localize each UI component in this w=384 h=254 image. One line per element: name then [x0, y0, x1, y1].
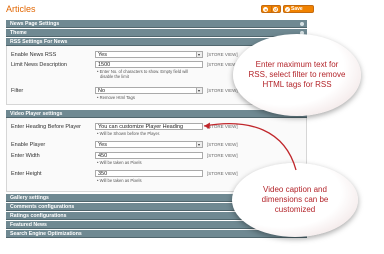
reset-button[interactable]: ↺ [271, 5, 281, 13]
save-config-button[interactable]: ✓ Save Config [283, 5, 314, 19]
video-enable-label: Enable Player [11, 142, 46, 148]
scope-label: [STORE VIEW] [207, 88, 238, 93]
reset-icon: ↺ [273, 7, 278, 12]
hint-line: disable the limit [100, 74, 129, 79]
section-title: RSS Settings For News [10, 39, 68, 45]
video-height-value: 350 [98, 171, 108, 177]
rss-limit-value: 1500 [98, 62, 111, 68]
video-width-hint: • Will be taken as Pixels [97, 160, 142, 165]
scope-label: [STORE VIEW] [207, 142, 238, 147]
section-title: Gallery settings [10, 195, 49, 201]
rss-enable-value: Yes [98, 52, 107, 58]
rss-limit-hint: • Enter No. of characters to show. Empty… [97, 69, 188, 79]
rss-limit-input[interactable]: 1500 [95, 61, 203, 68]
scope-label: [STORE VIEW] [207, 153, 238, 158]
chevron-down-icon [196, 142, 202, 147]
video-enable-select[interactable]: Yes [95, 141, 203, 148]
video-heading-hint: • Will be Shown before the Player. [97, 131, 161, 136]
page-header: Articles ◂ ↺ ✓ Save Config [6, 4, 378, 19]
page-title: Articles [6, 4, 36, 14]
video-enable-value: Yes [98, 142, 107, 148]
chevron-down-icon [196, 52, 202, 57]
video-width-input[interactable]: 450 [95, 152, 203, 159]
section-title: News Page Settings [10, 21, 60, 27]
section-title: Featured News [10, 222, 47, 228]
scope-label: [STORE VIEW] [207, 171, 238, 176]
video-width-value: 450 [98, 153, 108, 159]
section-title: Theme [10, 30, 27, 36]
section-video-player-settings[interactable]: Video Player settings [6, 110, 307, 118]
expand-icon [300, 22, 304, 26]
back-icon: ◂ [263, 7, 268, 12]
section-news-page-settings[interactable]: News Page Settings [6, 20, 307, 28]
rss-filter-select[interactable]: No [95, 87, 203, 94]
section-theme[interactable]: Theme [6, 29, 307, 37]
section-title: Video Player settings [10, 111, 63, 117]
rss-enable-label: Enable News RSS [11, 52, 57, 58]
video-heading-label: Enter Heading Before Player [11, 124, 82, 130]
section-title: Search Engine Optimizations [10, 231, 82, 237]
video-height-input[interactable]: 350 [95, 170, 203, 177]
video-height-label: Enter Height [11, 171, 42, 177]
scope-label: [STORE VIEW] [207, 52, 238, 57]
scope-label: [STORE VIEW] [207, 62, 238, 67]
video-callout-text: Video caption and dimensions can be cust… [261, 185, 329, 214]
rss-filter-hint: • Remove Html Tags [97, 95, 135, 100]
rss-enable-select[interactable]: Yes [95, 51, 203, 58]
video-height-hint: • Will be taken as Pixels [97, 178, 142, 183]
section-title: Comments configurations [10, 204, 75, 210]
chevron-down-icon [196, 88, 202, 93]
save-icon: ✓ [285, 7, 290, 12]
rss-callout-text: Enter maximum text for RSS, select filte… [248, 60, 346, 89]
section-title: Ratings configurations [10, 213, 67, 219]
save-config-label: Save Config [291, 6, 307, 19]
rss-limit-label: Limit News Description [11, 62, 67, 68]
video-callout-bubble: Video caption and dimensions can be cust… [232, 163, 358, 237]
rss-callout-bubble: Enter maximum text for RSS, select filte… [233, 34, 361, 116]
rss-filter-label: Filter [11, 88, 24, 94]
scope-label: [STORE VIEW] [207, 124, 238, 129]
video-heading-input[interactable]: You can customize Player Heading [95, 123, 203, 130]
video-width-label: Enter Width [11, 153, 40, 159]
video-heading-value: You can customize Player Heading [98, 124, 184, 130]
rss-filter-value: No [98, 88, 106, 94]
